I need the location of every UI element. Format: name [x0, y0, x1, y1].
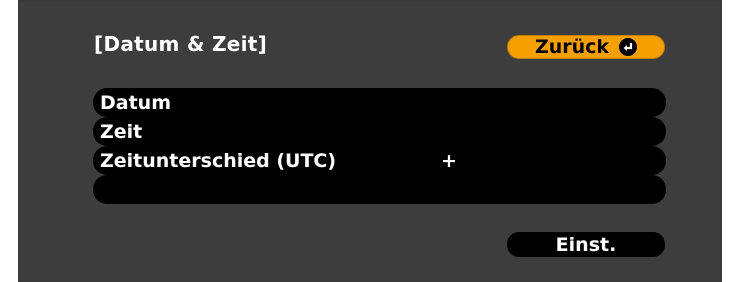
menu-item-label: Datum	[100, 91, 171, 114]
menu-item-label: Zeitunterschied (UTC)	[100, 149, 337, 172]
menu-item-label: Zeit	[100, 120, 143, 143]
dialog-title: [Datum & Zeit]	[94, 32, 268, 56]
enter-icon	[619, 38, 638, 56]
menu-list: Datum Zeit Zeitunterschied (UTC) +	[93, 88, 666, 204]
utc-sign-value: +	[441, 149, 457, 172]
menu-item-datum[interactable]: Datum	[93, 88, 666, 117]
back-button-label: Zurück	[534, 36, 610, 58]
menu-item-zeitunterschied[interactable]: Zeitunterschied (UTC) +	[93, 146, 666, 175]
menu-item-empty[interactable]	[93, 175, 666, 204]
menu-item-zeit[interactable]: Zeit	[93, 117, 666, 146]
back-button[interactable]: Zurück	[507, 35, 665, 59]
set-button[interactable]: Einst.	[507, 232, 665, 257]
set-button-label: Einst.	[555, 233, 617, 256]
